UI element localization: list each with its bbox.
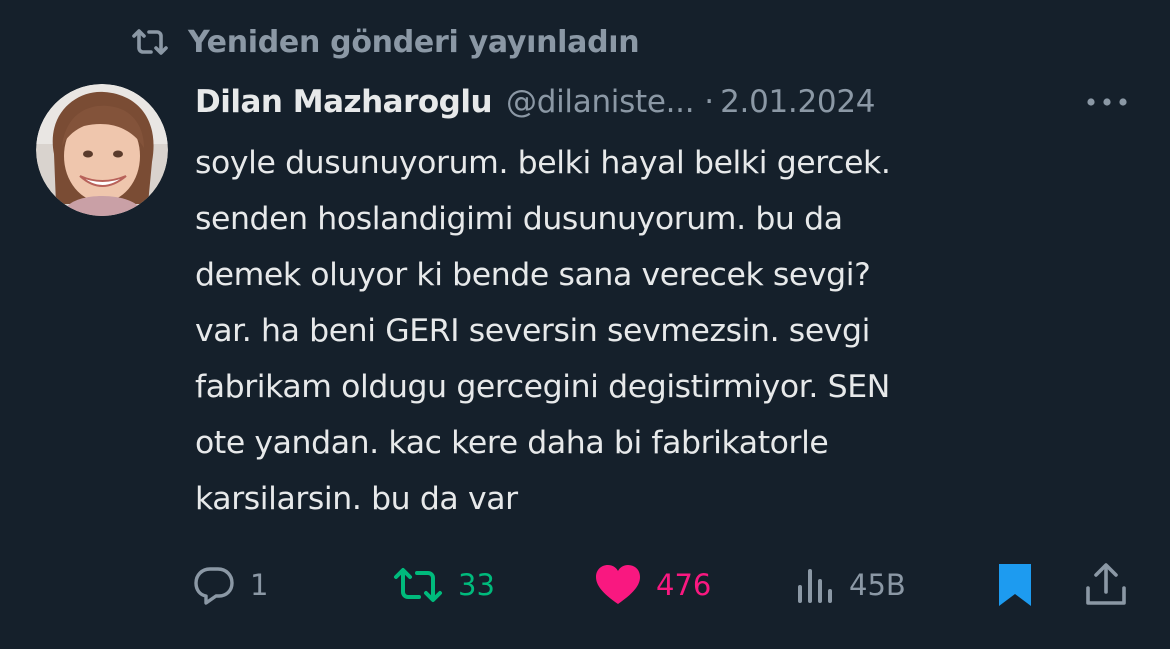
- more-options-button[interactable]: [1082, 86, 1132, 118]
- author-handle[interactable]: @dilaniste...: [506, 84, 695, 120]
- repost-button[interactable]: 33: [392, 555, 495, 615]
- share-icon: [1083, 562, 1129, 608]
- heart-icon: [594, 563, 642, 607]
- repost-icon: [392, 565, 444, 605]
- like-button[interactable]: 476: [594, 555, 711, 615]
- tweet-line: soyle dusunuyorum. belki hayal belki ger…: [195, 145, 891, 181]
- repost-banner-text: Yeniden gönderi yayınladın: [188, 24, 640, 60]
- tweet-line: demek oluyor ki bende sana verecek sevgi…: [195, 257, 871, 293]
- reply-button[interactable]: 1: [192, 555, 268, 615]
- tweet-line: var. ha beni GERI seversin sevmezsin. se…: [195, 313, 870, 349]
- action-bar: 1 33 476 45B: [0, 555, 1170, 615]
- header-separator: ·: [704, 84, 715, 120]
- reply-icon: [192, 563, 236, 607]
- bookmark-button[interactable]: [995, 555, 1035, 615]
- repost-count: 33: [458, 568, 495, 602]
- tweet-line: ote yandan. kac kere daha bi fabrikatorl…: [195, 425, 829, 461]
- tweet-text: soyle dusunuyorum. belki hayal belki ger…: [195, 135, 1125, 527]
- tweet-line: fabrikam oldugu gercegini degistirmiyor.…: [195, 369, 890, 405]
- repost-icon: [130, 26, 170, 58]
- tweet-date[interactable]: 2.01.2024: [720, 84, 875, 120]
- views-button[interactable]: 45B: [795, 555, 906, 615]
- author-name[interactable]: Dilan Mazharoglu: [195, 84, 493, 120]
- avatar[interactable]: [36, 84, 168, 216]
- share-button[interactable]: [1083, 555, 1129, 615]
- tweet-line: karsilarsin. bu da var: [195, 481, 518, 517]
- more-icon: [1085, 96, 1129, 108]
- like-count: 476: [656, 568, 712, 602]
- views-icon: [795, 565, 835, 605]
- reply-count: 1: [250, 568, 269, 602]
- repost-banner: Yeniden gönderi yayınladın: [130, 18, 640, 66]
- views-count: 45B: [849, 568, 906, 602]
- bookmark-icon: [995, 562, 1035, 608]
- tweet-header: Dilan Mazharoglu @dilaniste... · 2.01.20…: [195, 78, 1140, 126]
- tweet-line: senden hoslandigimi dusunuyorum. bu da: [195, 201, 843, 237]
